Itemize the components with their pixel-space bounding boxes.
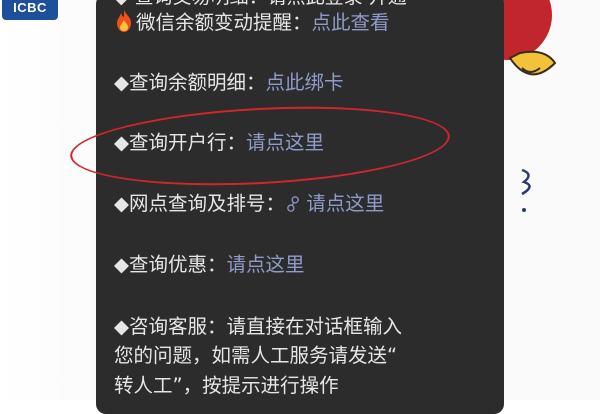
menu-item-discounts: ◆查询优惠：请点这里: [114, 252, 305, 278]
service-line-2: 您的问题，如需人工服务请发送“: [114, 344, 398, 367]
decorative-doodle-icon: [521, 168, 531, 212]
decorative-face-icon: [508, 50, 557, 76]
discounts-label: ◆查询优惠：: [114, 253, 227, 276]
balance-alert-label: 微信余额变动提醒：: [136, 11, 312, 34]
menu-item-branch-query: ◆网点查询及排号：☍请点这里: [114, 191, 384, 218]
branch-query-label: ◆网点查询及排号：: [114, 192, 285, 215]
menu-item-balance-alert: 微信余额变动提醒：点此查看: [114, 9, 390, 36]
fire-icon: [117, 10, 131, 32]
bind-card-link[interactable]: 点此绑卡: [266, 71, 344, 94]
link-icon: ☍: [281, 192, 307, 218]
view-link[interactable]: 点此查看: [312, 11, 390, 34]
icbc-logo: ICBC: [2, 0, 58, 20]
branch-query-link[interactable]: 请点这里: [306, 192, 384, 215]
discounts-link[interactable]: 请点这里: [227, 253, 305, 276]
logo-text: ICBC: [13, 0, 47, 15]
menu-line-cut-off: ◆ 查询交易明细：请点此登录 开通: [114, 0, 407, 8]
background-left: [0, 0, 100, 400]
service-line-1: ◆咨询客服：请直接在对话框输入: [114, 315, 402, 338]
service-line-3: 转人工”，按提示进行操作: [114, 374, 339, 397]
balance-detail-label: ◆查询余额明细：: [114, 71, 266, 94]
menu-item-balance-detail: ◆查询余额明细：点此绑卡: [114, 70, 344, 96]
